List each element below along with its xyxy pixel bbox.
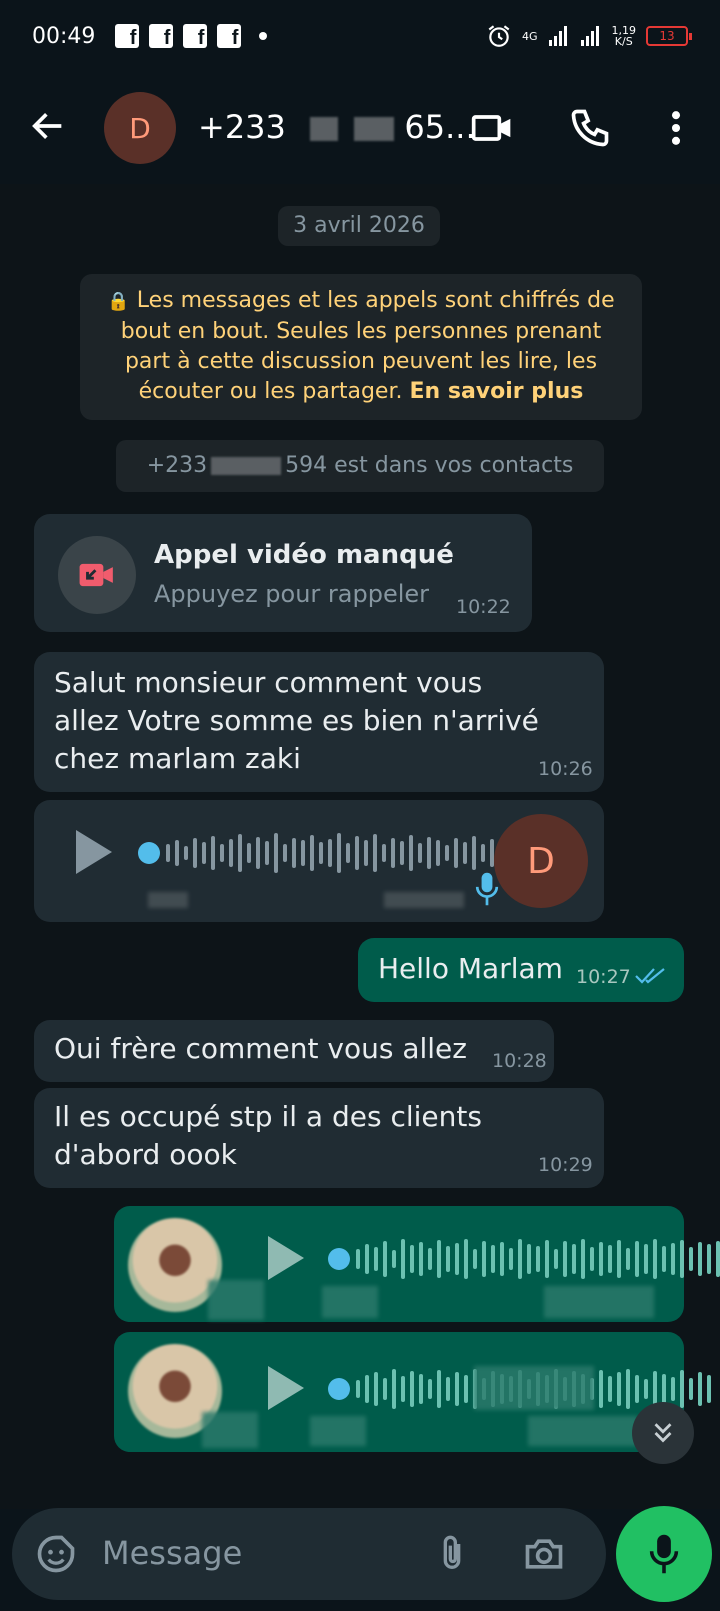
status-time: 00:49 (32, 23, 96, 49)
message-input-bar[interactable]: Message (12, 1508, 606, 1600)
redacted-area (544, 1286, 654, 1318)
message-time: 10:22 (456, 596, 511, 618)
contact-notice: +233 594 est dans vos contacts (116, 440, 604, 492)
missed-video-call-icon (58, 536, 136, 614)
signal-icon (548, 26, 567, 46)
facebook-notification-icon: f (217, 24, 242, 48)
encryption-notice[interactable]: 🔒 Les messages et les appels sont chiffr… (80, 274, 642, 420)
missed-call-bubble[interactable]: Appel vidéo manqué Appuyez pour rappeler… (34, 514, 532, 632)
message-text: Salut monsieur comment vous allez Votre … (54, 666, 539, 775)
more-notifications-dot (259, 32, 268, 40)
play-icon[interactable] (268, 1366, 304, 1410)
contact-name-tail: 65... (404, 108, 476, 146)
phone-icon[interactable] (568, 106, 612, 150)
mic-icon (649, 1534, 679, 1574)
redacted-number (310, 117, 339, 141)
mic-icon (475, 872, 499, 906)
redacted-duration (208, 1280, 264, 1320)
redacted-number (211, 457, 282, 475)
message-text: Oui frère comment vous allez (54, 1032, 467, 1065)
facebook-notification-icon: f (115, 24, 140, 48)
message-text: Hello Marlam (378, 952, 563, 985)
playback-position-dot[interactable] (328, 1248, 350, 1270)
outgoing-message[interactable]: Hello Marlam 10:27 (358, 938, 684, 1002)
redacted-area (310, 1416, 366, 1446)
more-vert-icon[interactable] (654, 106, 698, 150)
network-type: 4G (521, 29, 538, 43)
redacted-duration (202, 1412, 258, 1448)
chat-area[interactable]: 3 avril 2026 🔒 Les messages et les appel… (0, 184, 720, 1509)
voice-record-button[interactable] (616, 1506, 712, 1602)
outgoing-voice-message[interactable] (114, 1206, 720, 1322)
playback-position-dot[interactable] (328, 1378, 350, 1400)
outgoing-voice-message[interactable] (114, 1332, 711, 1452)
signal-icon (580, 26, 599, 46)
voice-waveform[interactable] (356, 1236, 720, 1282)
chat-header: D +233 65... (0, 72, 720, 184)
message-time: 10:27 (576, 966, 631, 988)
message-text: Il es occupé stp il a des clients d'abor… (54, 1100, 482, 1171)
message-time: 10:26 (538, 758, 593, 780)
back-arrow-icon[interactable] (28, 106, 68, 146)
voice-sender-avatar[interactable]: D (494, 814, 588, 908)
facebook-notification-icon: f (149, 24, 174, 48)
contact-avatar[interactable]: D (104, 92, 176, 164)
playback-position-dot[interactable] (138, 842, 160, 864)
battery-indicator: 13 (646, 26, 692, 46)
video-call-icon[interactable] (470, 106, 514, 150)
double-chevron-down-icon (654, 1423, 672, 1443)
incoming-message[interactable]: Oui frère comment vous allez 10:28 (34, 1020, 554, 1082)
redacted-number (354, 117, 395, 141)
message-time: 10:28 (492, 1050, 547, 1072)
redacted-area (474, 1366, 594, 1410)
incoming-message[interactable]: Salut monsieur comment vous allez Votre … (34, 652, 604, 792)
redacted-area (322, 1286, 378, 1318)
learn-more-link[interactable]: En savoir plus (410, 379, 584, 404)
facebook-notification-icon: f (183, 24, 208, 48)
attach-icon[interactable] (432, 1532, 472, 1576)
contact-name-prefix: +233 (198, 108, 286, 146)
play-icon[interactable] (76, 830, 112, 874)
incoming-message[interactable]: Il es occupé stp il a des clients d'abor… (34, 1088, 604, 1188)
voice-waveform[interactable] (166, 830, 503, 876)
contact-name[interactable]: +233 65... (198, 108, 476, 146)
message-time: 10:29 (538, 1154, 593, 1176)
scroll-to-bottom-button[interactable] (632, 1402, 694, 1464)
network-speed: 1,19 K/S (612, 25, 637, 47)
sticker-emoji-icon[interactable] (34, 1532, 78, 1576)
date-chip: 3 avril 2026 (278, 206, 440, 246)
contact-notice-suffix: 594 est dans vos contacts (285, 453, 574, 478)
lock-icon: 🔒 (107, 291, 130, 312)
speed-unit: K/S (614, 35, 633, 48)
redacted-area (528, 1416, 638, 1446)
read-receipt-icon (635, 968, 665, 984)
contact-notice-prefix: +233 (146, 453, 208, 478)
missed-call-title: Appel vidéo manqué (154, 540, 454, 570)
message-input[interactable]: Message (102, 1534, 242, 1572)
redacted-duration (148, 892, 188, 908)
incoming-voice-message[interactable]: D (34, 800, 604, 922)
redacted-time (384, 892, 464, 908)
status-bar: 00:49 f f f f 4G 1,19 K/S 13 (0, 0, 720, 72)
alarm-icon (488, 25, 510, 47)
play-icon[interactable] (268, 1236, 304, 1280)
camera-icon[interactable] (522, 1532, 566, 1576)
missed-call-subtitle: Appuyez pour rappeler (154, 580, 430, 608)
